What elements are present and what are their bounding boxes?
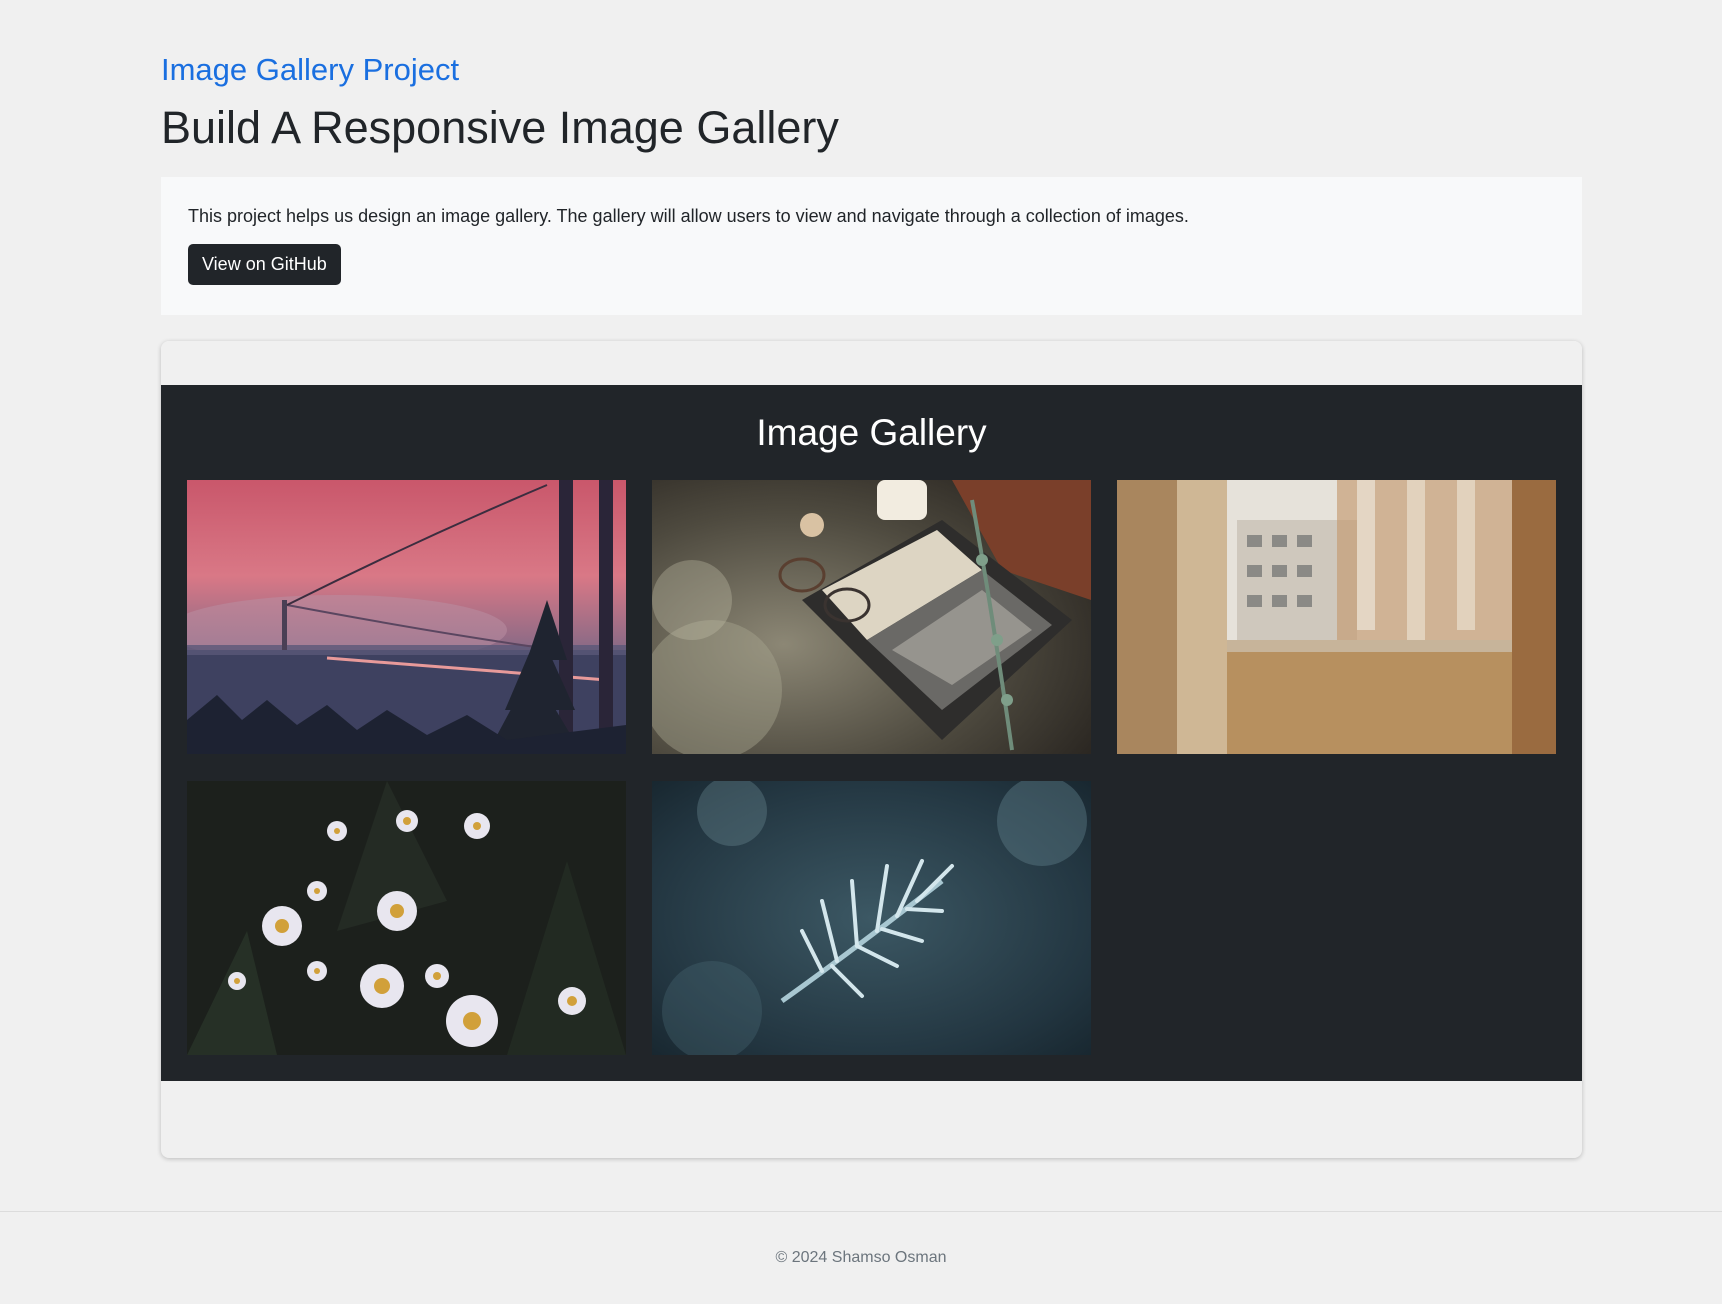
gallery-card: Image Gallery	[161, 341, 1582, 1158]
intro-description: This project helps us design an image ga…	[188, 206, 1189, 226]
page: Image Gallery Project Build A Responsive…	[0, 0, 1722, 1304]
view-on-github-button[interactable]: View on GitHub	[188, 244, 341, 285]
window-photo-icon	[1117, 480, 1556, 754]
page-header: Image Gallery Project Build A Responsive…	[161, 50, 1582, 156]
daisies-photo-icon	[187, 781, 626, 1055]
gallery-image-window[interactable]	[1117, 480, 1556, 754]
gallery-title: Image Gallery	[756, 412, 987, 453]
gallery-image-book[interactable]	[652, 480, 1091, 754]
intro-panel: This project helps us design an image ga…	[161, 177, 1582, 315]
gallery-image-daisies[interactable]	[187, 781, 626, 1055]
project-eyebrow: Image Gallery Project	[161, 52, 460, 87]
gallery-image-frost[interactable]	[652, 781, 1091, 1055]
footer: © 2024 Shamso Osman	[0, 1211, 1722, 1304]
bridge-photo-icon	[187, 480, 626, 754]
frost-photo-icon	[652, 781, 1091, 1055]
gallery-section: Image Gallery	[161, 385, 1582, 1081]
footer-copyright: © 2024 Shamso Osman	[775, 1249, 947, 1266]
book-photo-icon	[652, 480, 1091, 754]
gallery-card-header	[161, 341, 1582, 384]
gallery-image-bridge[interactable]	[187, 480, 626, 754]
page-title: Build A Responsive Image Gallery	[161, 102, 839, 153]
